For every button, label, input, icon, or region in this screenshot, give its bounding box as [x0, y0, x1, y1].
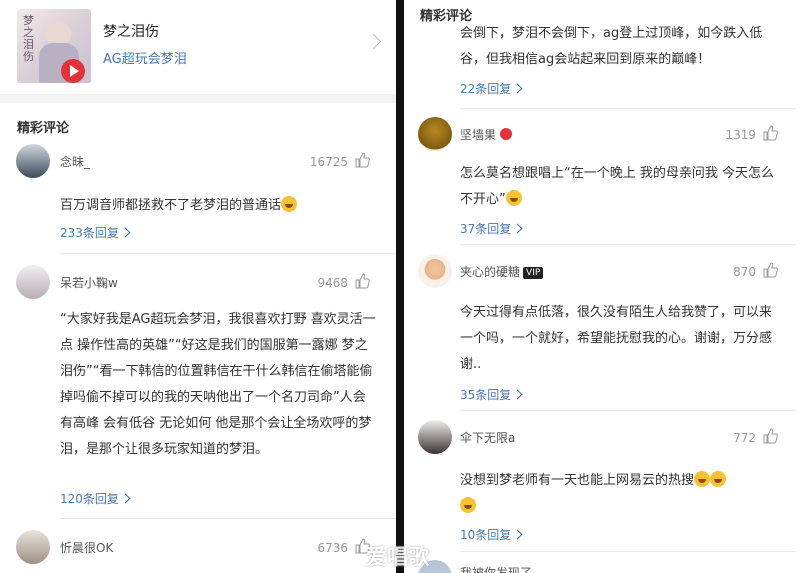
comment-item: 忻晨很OK 6736: [0, 530, 396, 573]
right-screenshot: 精彩评论 会倒下，梦泪不会倒下，ag登上过顶峰，如今跌入低谷，但我相信ag会站起…: [404, 0, 800, 573]
username[interactable]: 坚墙果: [460, 126, 513, 143]
avatar[interactable]: [418, 420, 452, 454]
chevron-right-icon[interactable]: [365, 33, 382, 50]
like-count: 772: [733, 431, 756, 445]
username[interactable]: 忻晨很OK: [60, 539, 113, 556]
like-count: 870: [733, 265, 756, 279]
username[interactable]: 念昧_: [60, 153, 90, 170]
comment-text: 百万调音师都拯救不了老梦泪的普通话: [60, 198, 282, 213]
comment-text-wrap: 怎么莫名想跟唱上“在一个晚上 我的母亲问我 今天怎么不开心”: [460, 161, 780, 213]
laugh-emoji-icon: [281, 196, 298, 212]
play-icon[interactable]: [61, 59, 85, 83]
laugh-emoji-icon: [694, 471, 711, 487]
comment-item: 呆若小鞠w 9468 “大家好我是AG超玩会梦泪，我很喜欢打野 喜欢灵活一点 操…: [0, 265, 396, 515]
laugh-emoji-icon: [710, 471, 727, 487]
replies-link[interactable]: 233条回复: [60, 224, 131, 241]
song-artist[interactable]: AG超玩会梦泪: [103, 48, 187, 67]
username[interactable]: 伞下无限a: [460, 429, 515, 446]
replies-link[interactable]: 37条回复: [460, 220, 523, 237]
chevron-right-icon: [512, 389, 523, 400]
replies-link[interactable]: 22条回复: [460, 80, 523, 97]
chevron-right-icon: [512, 529, 523, 540]
comment-text-wrap: 没想到梦老师有一天也能上网易云的热搜: [460, 468, 782, 520]
thumbs-up-icon[interactable]: [762, 428, 778, 444]
song-card[interactable]: 梦之泪伤 梦之泪伤 AG超玩会梦泪: [0, 0, 396, 94]
avatar[interactable]: [16, 265, 50, 299]
chevron-right-icon: [120, 227, 131, 238]
left-screenshot: 梦之泪伤 梦之泪伤 AG超玩会梦泪 精彩评论 念昧_ 16725 百万调音师都拯…: [0, 0, 396, 573]
thumbs-up-icon[interactable]: [762, 125, 778, 141]
like-count: 1319: [725, 128, 756, 142]
laugh-emoji-icon: [460, 497, 476, 513]
avatar[interactable]: [418, 117, 452, 151]
like-count: 16725: [309, 155, 348, 169]
vip-badge: VIP: [523, 267, 544, 279]
song-title: 梦之泪伤: [103, 24, 159, 40]
comment-item: 夹心的硬糖 VIP 870 今天过得有点低落，很久没有陌生人给我赞了，可以来一个吗…: [404, 254, 800, 414]
chevron-right-icon: [120, 493, 131, 504]
comment-item: 伞下无限a 772 没想到梦老师有一天也能上网易云的热搜 10条回复: [404, 420, 800, 550]
comment-text-wrap: 百万调音师都拯救不了老梦泪的普通话: [60, 193, 378, 219]
avatar[interactable]: [16, 530, 50, 564]
avatar[interactable]: [16, 144, 50, 178]
username[interactable]: 夹心的硬糖 VIP: [460, 263, 544, 280]
section-title: 精彩评论: [17, 121, 70, 136]
thumbs-up-icon[interactable]: [354, 273, 370, 289]
watermark: 爱唱歌: [366, 545, 429, 569]
comment-item: 念昧_ 16725 百万调音师都拯救不了老梦泪的普通话 233条回复: [0, 144, 396, 244]
comment-item: 坚墙果 1319 怎么莫名想跟唱上“在一个晚上 我的母亲问我 今天怎么不开心” …: [404, 117, 800, 247]
comment-text: 会倒下，梦泪不会倒下，ag登上过顶峰，如今跌入低谷，但我相信ag会站起来回到原来…: [460, 26, 763, 67]
avatar[interactable]: [418, 254, 452, 288]
chevron-right-icon: [512, 83, 523, 94]
like-count: 9468: [317, 276, 348, 290]
verified-icon: [500, 128, 513, 140]
thumbs-up-icon[interactable]: [354, 152, 370, 168]
replies-link[interactable]: 120条回复: [60, 490, 131, 507]
comment-text: 没想到梦老师有一天也能上网易云的热搜: [460, 473, 695, 488]
comment-text: 今天过得有点低落，很久没有陌生人给我赞了，可以来一个吗，一个就好，希望能抚慰我的…: [460, 305, 773, 372]
section-divider: [0, 94, 396, 103]
laugh-emoji-icon: [505, 190, 522, 206]
username[interactable]: 呆若小鞠w: [60, 274, 118, 291]
replies-link[interactable]: 10条回复: [460, 526, 523, 543]
replies-link[interactable]: 35条回复: [460, 386, 523, 403]
comment-text: “大家好我是AG超玩会梦泪，我很喜欢打野 喜欢灵活一点 操作性高的英雄”“好这是…: [60, 312, 376, 457]
thumbs-up-icon[interactable]: [762, 262, 778, 278]
chevron-right-icon: [512, 223, 523, 234]
cover-title: 梦之泪伤: [23, 14, 34, 63]
comment-item: 我被你发现了: [404, 560, 800, 573]
screenshot-divider: [396, 0, 404, 573]
album-cover[interactable]: 梦之泪伤: [17, 9, 91, 83]
like-count: 6736: [317, 541, 348, 555]
username[interactable]: 我被你发现了: [460, 564, 532, 573]
